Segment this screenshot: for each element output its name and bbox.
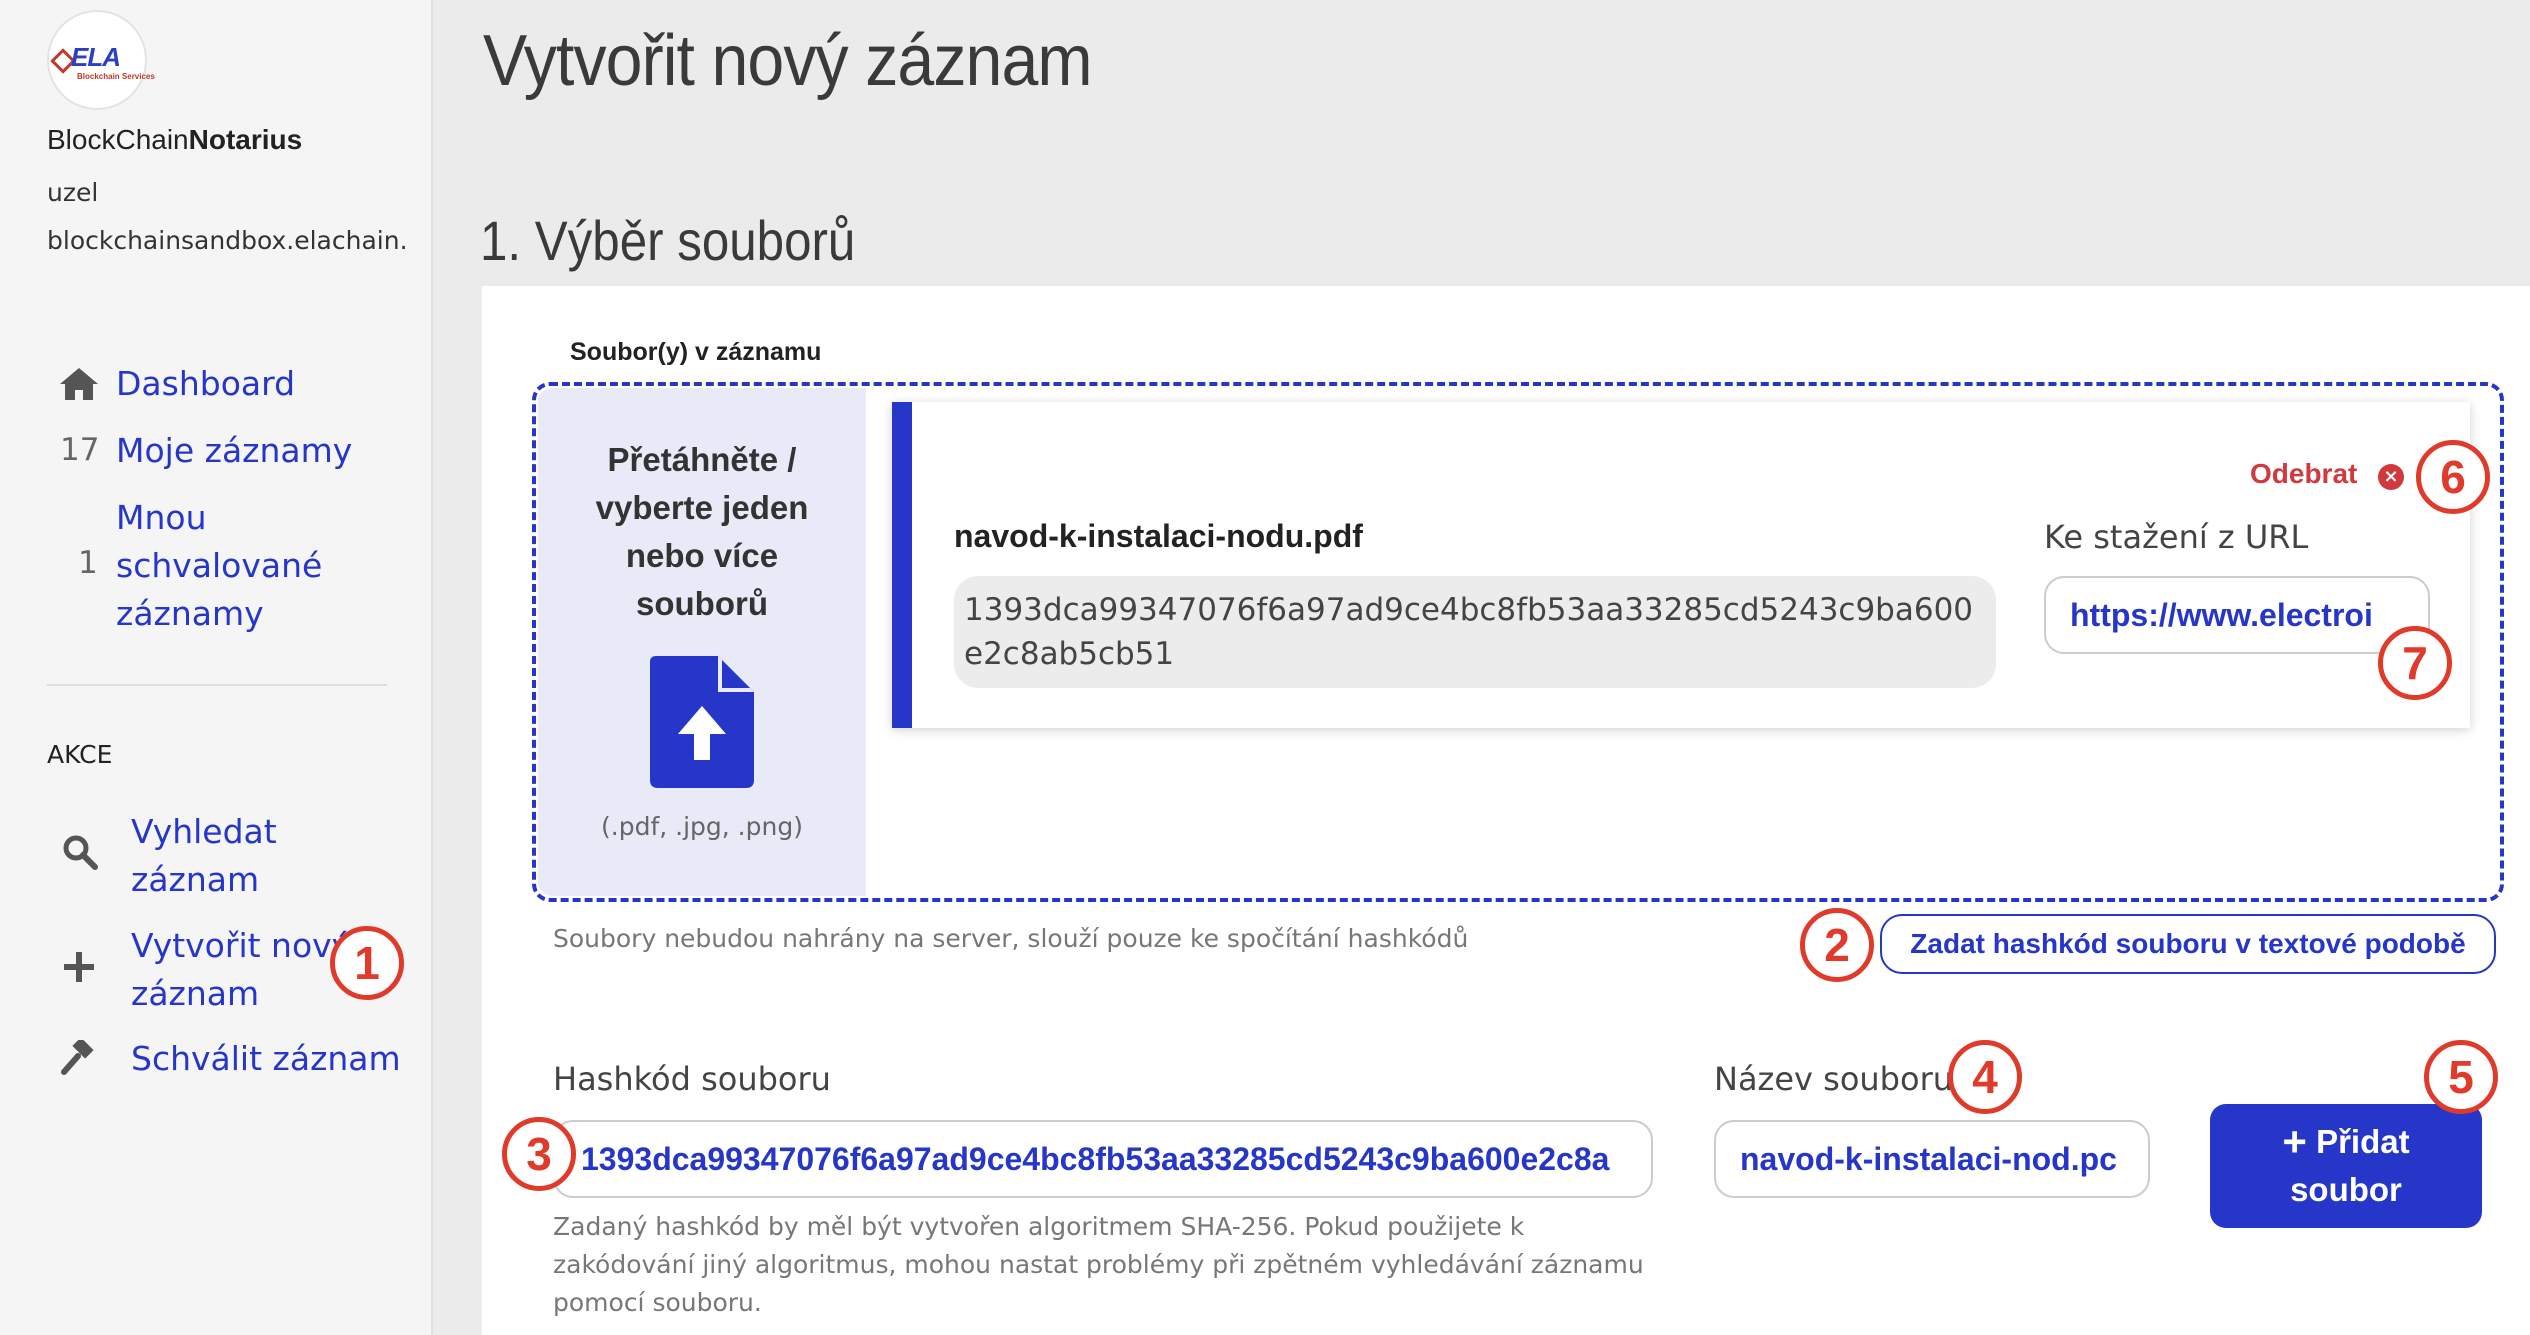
file-name-input-label: Název souboru bbox=[1714, 1060, 1953, 1098]
vyhledat-line-1: Vyhledat bbox=[131, 812, 277, 851]
drop-text-line-2: vyberte jeden bbox=[595, 489, 809, 526]
drop-text-line-3: nebo více bbox=[625, 537, 779, 574]
files-note: Soubory nebudou nahrány na server, slouž… bbox=[553, 924, 1469, 953]
app-brand: BlockChainNotarius bbox=[47, 124, 302, 156]
plus-icon: + bbox=[2282, 1118, 2307, 1165]
hash-input-label: Hashkód souboru bbox=[553, 1060, 831, 1098]
vytvorit-line-1: Vytvořit nový bbox=[131, 926, 352, 965]
file-hash-readonly: 1393dca99347076f6a97ad9ce4bc8fb53aa33285… bbox=[954, 576, 1996, 688]
callout-7: 7 bbox=[2378, 626, 2452, 700]
node-label: uzel bbox=[47, 178, 99, 207]
gavel-icon bbox=[60, 1037, 100, 1080]
callout-1: 1 bbox=[330, 926, 404, 1000]
vyhledat-line-2: záznam bbox=[131, 860, 260, 899]
sidebar-item-schvalovane[interactable]: Mnou schvalované záznamy bbox=[116, 494, 322, 638]
actions-section-label: AKCE bbox=[47, 740, 113, 769]
drop-hint: (.pdf, .jpg, .png) bbox=[601, 812, 803, 841]
brand-suffix: Notarius bbox=[188, 124, 303, 155]
logo-text: ELA bbox=[71, 42, 121, 72]
hash-input[interactable]: 1393dca99347076f6a97ad9ce4bc8fb53aa33285… bbox=[553, 1120, 1653, 1198]
schvalovane-line-3: záznamy bbox=[116, 594, 264, 633]
schvalovane-line-2: schvalované bbox=[116, 546, 323, 585]
download-url-label: Ke stažení z URL bbox=[2044, 518, 2309, 556]
download-url-input[interactable]: https://www.electroi bbox=[2044, 576, 2430, 654]
callout-6: 6 bbox=[2416, 440, 2490, 514]
remove-circle-icon[interactable]: × bbox=[2378, 464, 2404, 490]
callout-4: 4 bbox=[1948, 1040, 2022, 1114]
logo-subtext: Blockchain Services bbox=[77, 72, 155, 81]
callout-2: 2 bbox=[1800, 908, 1874, 982]
enter-hash-text-button[interactable]: Zadat hashkód souboru v textové podobě bbox=[1880, 914, 2496, 974]
sidebar-item-schvalit[interactable]: Schválit záznam bbox=[131, 1035, 401, 1083]
schvalovane-line-1: Mnou bbox=[116, 498, 207, 537]
sidebar-item-dashboard[interactable]: Dashboard bbox=[116, 360, 295, 408]
sidebar-item-moje-zaznamy[interactable]: Moje záznamy bbox=[116, 427, 352, 475]
sidebar-divider bbox=[47, 684, 387, 686]
home-icon bbox=[58, 366, 100, 406]
page-title: Vytvořit nový záznam bbox=[483, 21, 1093, 101]
node-host: blockchainsandbox.elachain.cz bbox=[47, 226, 407, 255]
moje-zaznamy-count: 17 bbox=[60, 432, 100, 468]
remove-file-link[interactable]: Odebrat bbox=[2250, 458, 2357, 490]
file-name: navod-k-instalaci-nodu.pdf bbox=[954, 518, 1363, 554]
drop-text-line-1: Přetáhněte / bbox=[607, 441, 797, 478]
sidebar: ELA Blockchain Services BlockChainNotari… bbox=[0, 0, 433, 1335]
search-icon bbox=[62, 834, 98, 874]
drop-text-line-4: souborů bbox=[636, 585, 768, 622]
sidebar-item-vytvorit[interactable]: Vytvořit nový záznam bbox=[131, 922, 351, 1018]
schvalovane-count: 1 bbox=[78, 545, 98, 581]
file-drop-target[interactable]: Přetáhněte / vyberte jeden nebo více sou… bbox=[538, 388, 866, 896]
vytvorit-line-2: záznam bbox=[131, 974, 260, 1013]
app-logo[interactable]: ELA Blockchain Services bbox=[47, 10, 155, 110]
add-file-label-2: soubor bbox=[2290, 1171, 2402, 1208]
file-name-input[interactable]: navod-k-instalaci-nod.pc bbox=[1714, 1120, 2150, 1198]
hash-help-text: Zadaný hashkód by měl být vytvořen algor… bbox=[553, 1212, 1644, 1317]
add-file-button[interactable]: + Přidat soubor bbox=[2210, 1104, 2482, 1228]
add-file-label-1: Přidat bbox=[2316, 1123, 2410, 1160]
brand-prefix: BlockChain bbox=[47, 124, 189, 155]
callout-5: 5 bbox=[2424, 1040, 2498, 1114]
plus-icon bbox=[62, 950, 96, 988]
drop-text: Přetáhněte / vyberte jeden nebo více sou… bbox=[538, 436, 866, 628]
files-label: Soubor(y) v záznamu bbox=[570, 338, 822, 366]
file-upload-icon bbox=[650, 656, 754, 792]
section-title: 1. Výběr souborů bbox=[480, 209, 856, 272]
sidebar-item-vyhledat[interactable]: Vyhledat záznam bbox=[131, 808, 277, 904]
callout-3: 3 bbox=[502, 1117, 576, 1191]
